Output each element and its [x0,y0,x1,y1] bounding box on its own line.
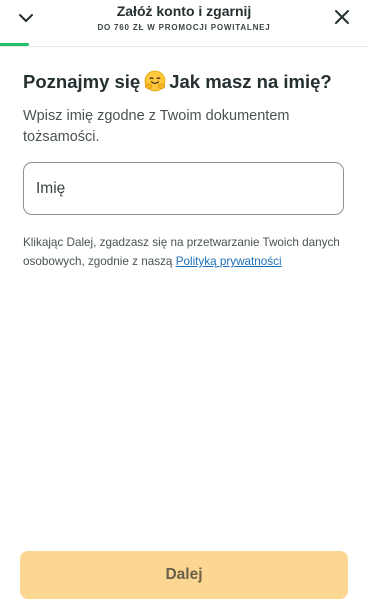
hugging-face-emoji-icon [144,70,166,99]
headline-question: Jak masz na imię? [169,71,332,92]
header-subtitle: DO 760 ZŁ W PROMOCJI POWITALNEJ [97,23,271,32]
progress-fill [0,43,30,46]
name-instruction: Wpisz imię zgodne z Twoim dokumentem toż… [23,108,290,145]
close-button[interactable] [330,5,354,29]
header-title: Załóż konto i zgarnij [116,3,252,19]
privacy-consent-text: Klikając Dalej, zgadzasz się na przetwar… [23,233,348,271]
headline-greeting: Poznajmy się [23,71,141,92]
close-icon [335,10,349,24]
next-button[interactable]: Dalej [20,551,348,599]
header-titles: Załóż konto i zgarnij DO 760 ZŁ W PROMOC… [60,3,308,33]
page-title: Poznajmy się Jak masz na imię? [23,69,358,99]
progress-track [0,43,368,46]
privacy-policy-link[interactable]: Polityką prywatności [176,255,282,268]
top-bar: Załóż konto i zgarnij DO 760 ZŁ W PROMOC… [0,0,368,47]
collapse-button[interactable] [14,6,38,30]
chevron-down-icon [19,14,33,22]
first-name-input[interactable] [23,162,344,215]
